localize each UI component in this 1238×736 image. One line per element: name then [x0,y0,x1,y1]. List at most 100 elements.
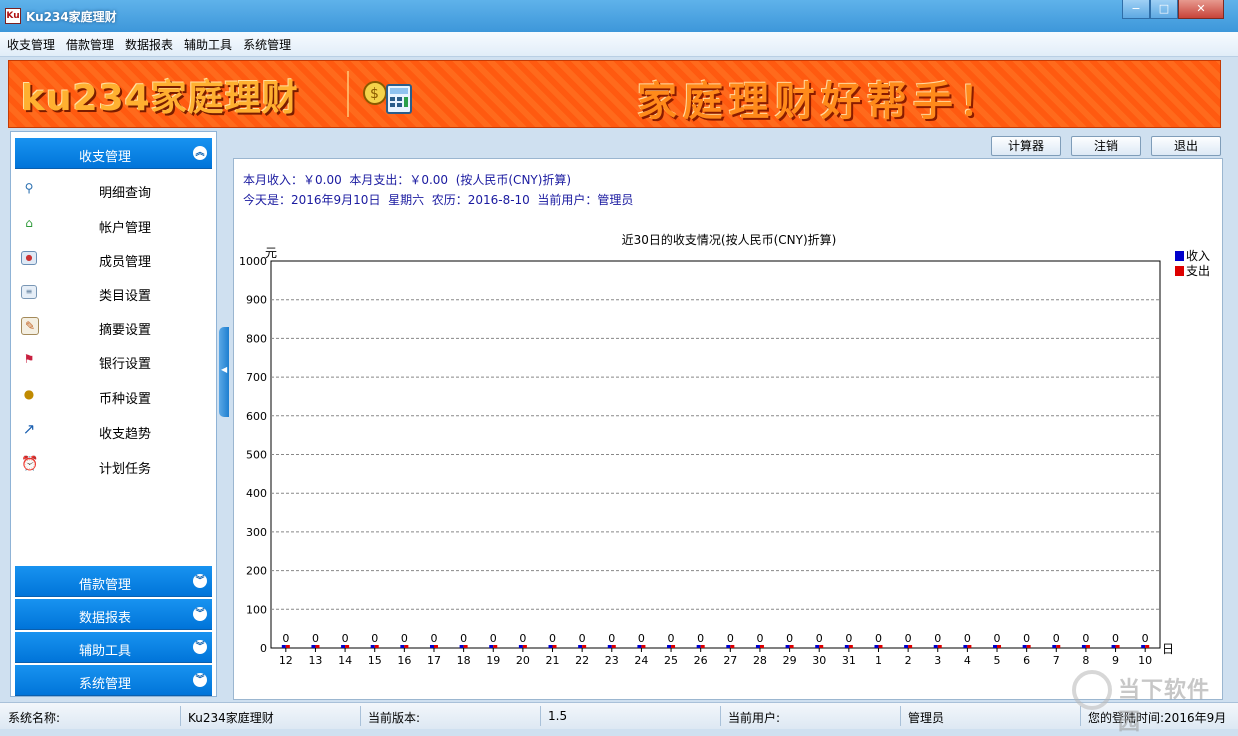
bar-expense [1026,645,1031,648]
x-tick-label: 10 [1138,654,1152,667]
bar-income [874,645,879,648]
bar-expense [967,645,972,648]
x-tick-label: 31 [842,654,856,667]
y-tick-label: 100 [246,603,267,616]
y-axis-label: 元 [265,246,277,260]
data-label: 0 [1112,632,1119,645]
menu-tools[interactable]: 辅助工具 [180,36,236,53]
data-label: 0 [727,632,734,645]
sidebar-item-detail-query[interactable]: ⚲ 明细查询 [15,172,212,206]
minimize-button[interactable]: − [1122,0,1150,19]
data-label: 0 [371,632,378,645]
income-expense-chart: 01002003004005006007008009001000元日120130… [239,246,1174,667]
y-tick-label: 300 [246,526,267,539]
bar-income [904,645,909,648]
y-tick-label: 700 [246,371,267,384]
maximize-button[interactable]: □ [1150,0,1178,19]
bar-income [726,645,731,648]
sidebar-item-label: 币种设置 [98,392,151,407]
status-bar: 系统名称: Ku234家庭理财 当前版本: 1.5 当前用户: 管理员 您的登陆… [0,702,1238,729]
bar-income [1052,645,1057,648]
banner-divider [347,71,349,117]
status-divider [720,706,721,726]
trend-arrow-icon: ↗ [22,420,36,438]
sidebar-item-scheduled-tasks[interactable]: ⏰ 计划任务 [15,448,212,482]
data-label: 0 [1082,632,1089,645]
version-value: 1.5 [548,709,568,723]
data-label: 0 [1023,632,1030,645]
status-divider [360,706,361,726]
bar-income [489,645,494,648]
menu-loans[interactable]: 借款管理 [62,36,118,53]
sidebar-item-categories[interactable]: ≡ 类目设置 [15,275,212,309]
sidebar-item-banks[interactable]: ⚑ 银行设置 [15,343,212,377]
bar-expense [878,645,883,648]
data-label: 0 [608,632,615,645]
bar-income [667,645,672,648]
bar-income [993,645,998,648]
bar-income [1111,645,1116,648]
sidebar-item-accounts[interactable]: ⌂ 帐户管理 [15,207,212,241]
watermark-logo-icon [1072,670,1112,710]
exit-button[interactable]: 退出 [1151,136,1221,156]
bar-expense [700,645,705,648]
close-button[interactable]: ✕ [1178,0,1224,19]
sidebar-section-tools[interactable]: 辅助工具 ︾ [15,632,212,663]
x-tick-label: 19 [486,654,500,667]
bar-income [518,645,523,648]
sidebar-section-label: 数据报表 [78,611,131,626]
x-tick-label: 30 [812,654,826,667]
y-tick-label: 600 [246,410,267,423]
data-label: 0 [964,632,971,645]
calculator-button[interactable]: 计算器 [991,136,1061,156]
banner-logo: ku234家庭理财 [21,78,299,119]
bar-expense [374,645,379,648]
data-label: 0 [1142,632,1149,645]
sidebar-item-currencies[interactable]: ● 币种设置 [15,378,212,412]
bar-expense [730,645,735,648]
bar-expense [433,645,438,648]
x-tick-label: 20 [516,654,530,667]
data-label: 0 [786,632,793,645]
data-label: 0 [430,632,437,645]
sidebar-section-loans[interactable]: 借款管理 ︾ [15,566,212,597]
x-tick-label: 26 [694,654,708,667]
menu-income-expense[interactable]: 收支管理 [3,36,59,53]
sidebar-section-income-expense[interactable]: 收支管理 ︽ [15,138,212,169]
bar-expense [759,645,764,648]
banner: ku234家庭理财 $ 家庭理财好帮手！ [8,60,1221,128]
sidebar-item-label: 银行设置 [98,357,151,372]
bar-expense [671,645,676,648]
data-label: 0 [519,632,526,645]
status-divider [900,706,901,726]
data-label: 0 [697,632,704,645]
sidebar-section-system[interactable]: 系统管理 ︾ [15,665,212,696]
x-tick-label: 23 [605,654,619,667]
window-title: Ku234家庭理财 [26,10,117,24]
sidebar-item-members[interactable]: ● 成员管理 [15,241,212,275]
sidebar-collapse-handle[interactable]: ◀ [219,327,229,417]
sidebar: 收支管理 ︽ ⚲ 明细查询 ⌂ 帐户管理 ● 成员管理 ≡ 类目设置 ✎ 摘要设… [10,131,217,697]
x-tick-label: 22 [575,654,589,667]
data-label: 0 [994,632,1001,645]
logout-button[interactable]: 注销 [1071,136,1141,156]
x-tick-label: 13 [308,654,322,667]
bar-income [696,645,701,648]
sidebar-section-reports[interactable]: 数据报表 ︾ [15,599,212,630]
sidebar-item-label: 类目设置 [98,289,151,304]
x-tick-label: 12 [279,654,293,667]
bar-expense [997,645,1002,648]
search-icon: ⚲ [24,181,34,195]
sidebar-item-summaries[interactable]: ✎ 摘要设置 [15,309,212,343]
bar-income [607,645,612,648]
menu-system[interactable]: 系统管理 [239,36,295,53]
money-calculator-icon: $ [363,81,412,114]
bar-expense [789,645,794,648]
x-tick-label: 24 [634,654,648,667]
sidebar-item-trends[interactable]: ↗ 收支趋势 [15,413,212,447]
x-tick-label: 21 [546,654,560,667]
bar-expense [908,645,913,648]
money-bag-icon: ● [23,387,35,401]
menu-reports[interactable]: 数据报表 [121,36,177,53]
x-tick-label: 6 [1023,654,1030,667]
